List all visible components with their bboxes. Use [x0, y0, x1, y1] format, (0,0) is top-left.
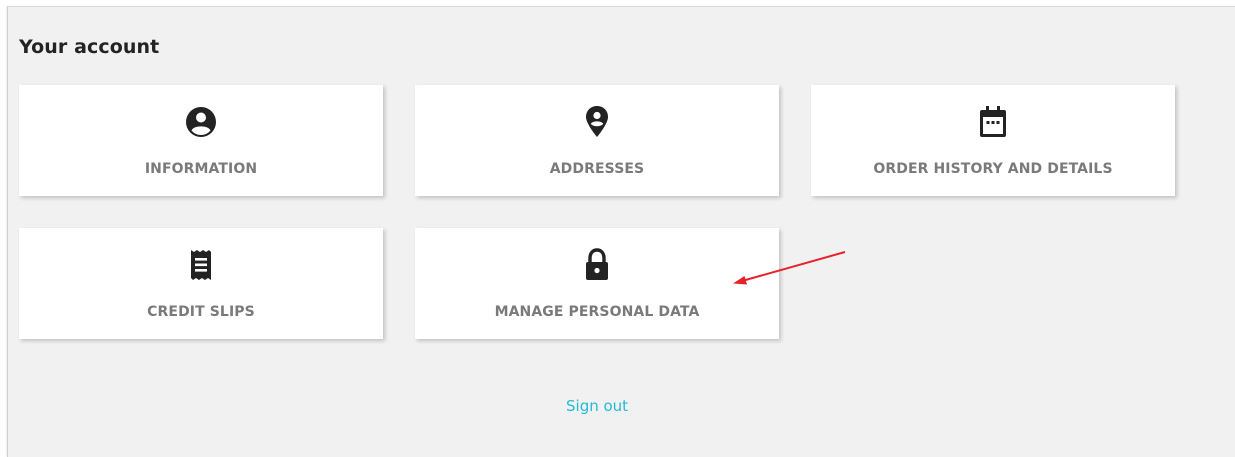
credit-slips-label: CREDIT SLIPS — [147, 304, 255, 320]
addresses-card[interactable]: ADDRESSES — [415, 85, 779, 196]
receipt-icon — [19, 248, 383, 282]
order-history-card[interactable]: ORDER HISTORY AND DETAILS — [811, 85, 1175, 196]
page-title: Your account — [19, 36, 160, 58]
credit-slips-card[interactable]: CREDIT SLIPS — [19, 228, 383, 339]
calendar-icon — [811, 105, 1175, 139]
lock-icon — [415, 248, 779, 282]
location-pin-icon — [415, 105, 779, 139]
addresses-label: ADDRESSES — [549, 161, 645, 177]
information-label: INFORMATION — [144, 161, 258, 177]
account-circle-icon — [19, 105, 383, 139]
manage-personal-data-card[interactable]: MANAGE PERSONAL DATA — [415, 228, 779, 339]
sign-out-link[interactable]: Sign out — [566, 397, 628, 415]
manage-personal-data-label: MANAGE PERSONAL DATA — [494, 304, 700, 320]
information-card[interactable]: INFORMATION — [19, 85, 383, 196]
order-history-label: ORDER HISTORY AND DETAILS — [873, 161, 1113, 177]
